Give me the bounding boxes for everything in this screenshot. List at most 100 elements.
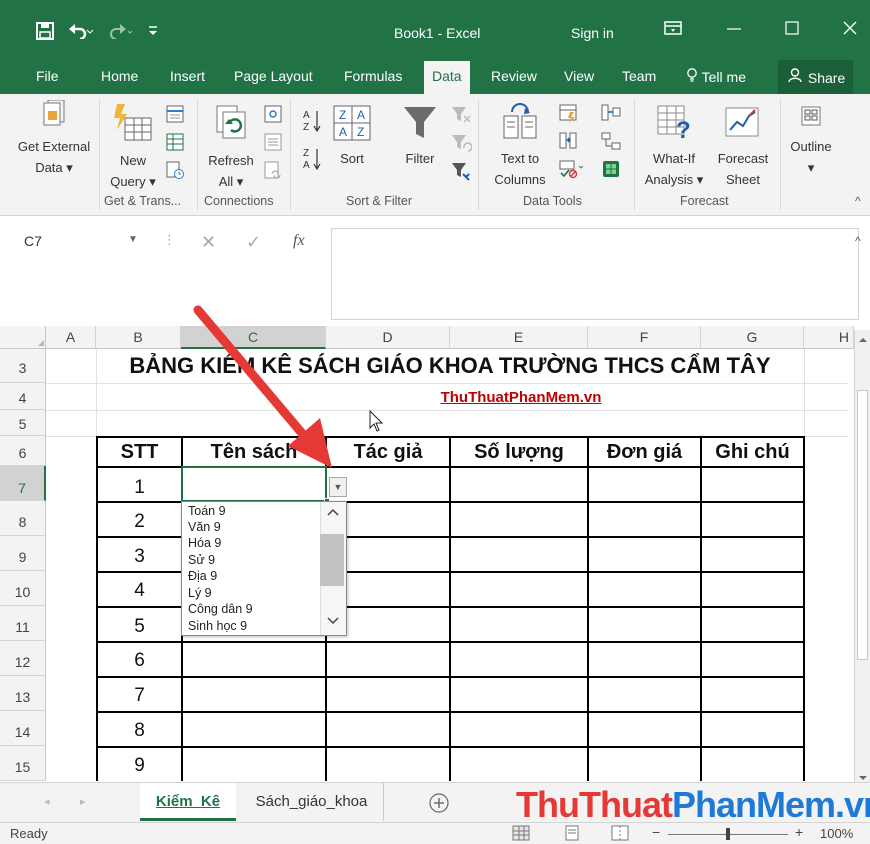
column-header-e[interactable]: E [450, 326, 588, 349]
column-header-b[interactable]: B [96, 326, 181, 349]
tab-review[interactable]: Review [491, 68, 537, 84]
tab-home[interactable]: Home [101, 68, 138, 84]
new-query-button[interactable]: New Query ▾ [104, 102, 162, 192]
dropdown-scroll-thumb[interactable] [320, 534, 344, 586]
dropdown-option[interactable]: Lý 9 [188, 586, 212, 601]
tab-file[interactable]: File [36, 68, 59, 84]
sort-z-a-icon[interactable]: ZA [302, 146, 322, 175]
scroll-down-icon[interactable] [327, 614, 339, 629]
insert-function-icon[interactable]: fx [293, 232, 305, 250]
minimize-icon[interactable] [726, 20, 742, 41]
advanced-filter-icon[interactable] [450, 160, 472, 185]
tab-page-layout[interactable]: Page Layout [234, 68, 313, 84]
tab-data[interactable]: Data [424, 61, 470, 94]
get-external-data-button[interactable]: Get External Data ▾ [10, 99, 98, 178]
tab-insert[interactable]: Insert [170, 68, 205, 84]
sort-button[interactable]: ZAAZ Sort [330, 104, 374, 169]
expand-formula-bar-icon[interactable]: ^ [855, 234, 861, 248]
row-header-10[interactable]: 10 [0, 571, 46, 606]
what-if-analysis-button[interactable]: ? What-If Analysis ▾ [640, 102, 708, 190]
row-header-7[interactable]: 7 [0, 466, 46, 501]
relationships-icon[interactable] [600, 130, 622, 155]
manage-data-model-icon[interactable] [600, 158, 622, 183]
sheet-tab-kiem-ke[interactable]: Kiểm_Kê [140, 783, 236, 821]
dropdown-option[interactable]: Sinh học 9 [188, 619, 247, 634]
properties-icon[interactable] [263, 132, 283, 155]
tab-formulas[interactable]: Formulas [344, 68, 402, 84]
row-header-11[interactable]: 11 [0, 606, 46, 641]
save-icon[interactable] [36, 22, 54, 43]
vertical-scrollbar[interactable] [854, 330, 870, 782]
normal-view-icon[interactable] [512, 825, 530, 844]
row-header-8[interactable]: 8 [0, 501, 46, 536]
tell-me-box[interactable]: Tell me [686, 68, 746, 85]
page-layout-view-icon[interactable] [563, 825, 581, 844]
select-all-button[interactable] [0, 326, 46, 349]
clear-filter-icon[interactable] [450, 104, 472, 129]
row-header-13[interactable]: 13 [0, 676, 46, 711]
show-queries-icon[interactable] [165, 104, 185, 127]
dropdown-option[interactable]: Công dân 9 [188, 602, 253, 617]
column-header-a[interactable]: A [46, 326, 96, 349]
data-validation-icon[interactable] [558, 158, 584, 183]
row-header-12[interactable]: 12 [0, 641, 46, 676]
column-header-g[interactable]: G [701, 326, 804, 349]
close-icon[interactable] [842, 20, 858, 41]
formula-input[interactable] [331, 228, 859, 320]
stt-cell[interactable]: 3 [98, 546, 181, 568]
text-to-columns-button[interactable]: Text to Columns [484, 102, 556, 190]
share-button[interactable]: Share [778, 60, 854, 94]
tab-view[interactable]: View [564, 68, 594, 84]
stt-cell[interactable]: 7 [98, 685, 181, 707]
row-header-15[interactable]: 15 [0, 746, 46, 781]
filter-button[interactable]: Filter [396, 104, 444, 169]
outline-button[interactable]: Outline ▾ [783, 104, 839, 178]
redo-icon[interactable] [108, 23, 134, 42]
page-break-view-icon[interactable] [611, 825, 629, 844]
reapply-filter-icon[interactable] [450, 132, 473, 157]
stt-cell[interactable]: 5 [98, 616, 181, 638]
stt-cell[interactable]: 6 [98, 650, 181, 672]
sign-in-link[interactable]: Sign in [571, 25, 614, 41]
dropdown-option[interactable]: Sử 9 [188, 553, 215, 568]
cancel-icon[interactable]: ✕ [201, 232, 216, 253]
row-header-5[interactable]: 5 [0, 410, 46, 436]
remove-duplicates-icon[interactable] [558, 130, 580, 155]
website-link[interactable]: ThuThuatPhanMem.vn [326, 389, 716, 406]
consolidate-icon[interactable] [600, 102, 622, 127]
column-header-h[interactable]: H [804, 326, 854, 349]
stt-cell[interactable]: 4 [98, 580, 181, 602]
stt-cell[interactable]: 1 [98, 477, 181, 499]
connections-icon[interactable] [263, 104, 283, 127]
name-box-dropdown-icon[interactable]: ▼ [128, 234, 138, 245]
from-table-icon[interactable] [165, 132, 185, 155]
sheet-tab-sach-giao-khoa[interactable]: Sách_giáo_khoa [240, 783, 384, 821]
row-header-3[interactable]: 3 [0, 349, 46, 383]
refresh-all-button[interactable]: Refresh All ▾ [202, 102, 260, 192]
row-header-14[interactable]: 14 [0, 711, 46, 746]
stt-cell[interactable]: 9 [98, 755, 181, 777]
flash-fill-icon[interactable] [558, 102, 580, 127]
validation-dropdown-list[interactable]: Toán 9 Văn 9 Hóa 9 Sử 9 Địa 9 Lý 9 Công … [181, 501, 347, 636]
column-header-f[interactable]: F [588, 326, 701, 349]
dropdown-option[interactable]: Địa 9 [188, 569, 217, 584]
edit-links-icon[interactable] [263, 160, 283, 183]
zoom-slider-thumb[interactable] [726, 828, 730, 840]
dropdown-scrollbar[interactable] [320, 502, 346, 635]
undo-icon[interactable] [68, 23, 94, 42]
row-header-9[interactable]: 9 [0, 536, 46, 571]
zoom-in-icon[interactable]: + [795, 824, 803, 840]
maximize-icon[interactable] [784, 20, 800, 41]
tab-team[interactable]: Team [622, 68, 656, 84]
dropdown-option[interactable]: Văn 9 [188, 520, 221, 535]
stt-cell[interactable]: 8 [98, 720, 181, 742]
dropdown-option[interactable]: Hóa 9 [188, 536, 221, 551]
collapse-ribbon-icon[interactable]: ^ [855, 194, 861, 208]
new-sheet-icon[interactable] [428, 792, 450, 817]
vertical-scroll-thumb[interactable] [857, 390, 868, 660]
enter-icon[interactable]: ✓ [246, 232, 261, 253]
customize-icon[interactable] [148, 25, 158, 40]
next-sheet-icon[interactable]: ▸ [80, 795, 86, 808]
scroll-up-icon[interactable] [858, 332, 868, 347]
sort-a-z-icon[interactable]: AZ [302, 108, 322, 137]
